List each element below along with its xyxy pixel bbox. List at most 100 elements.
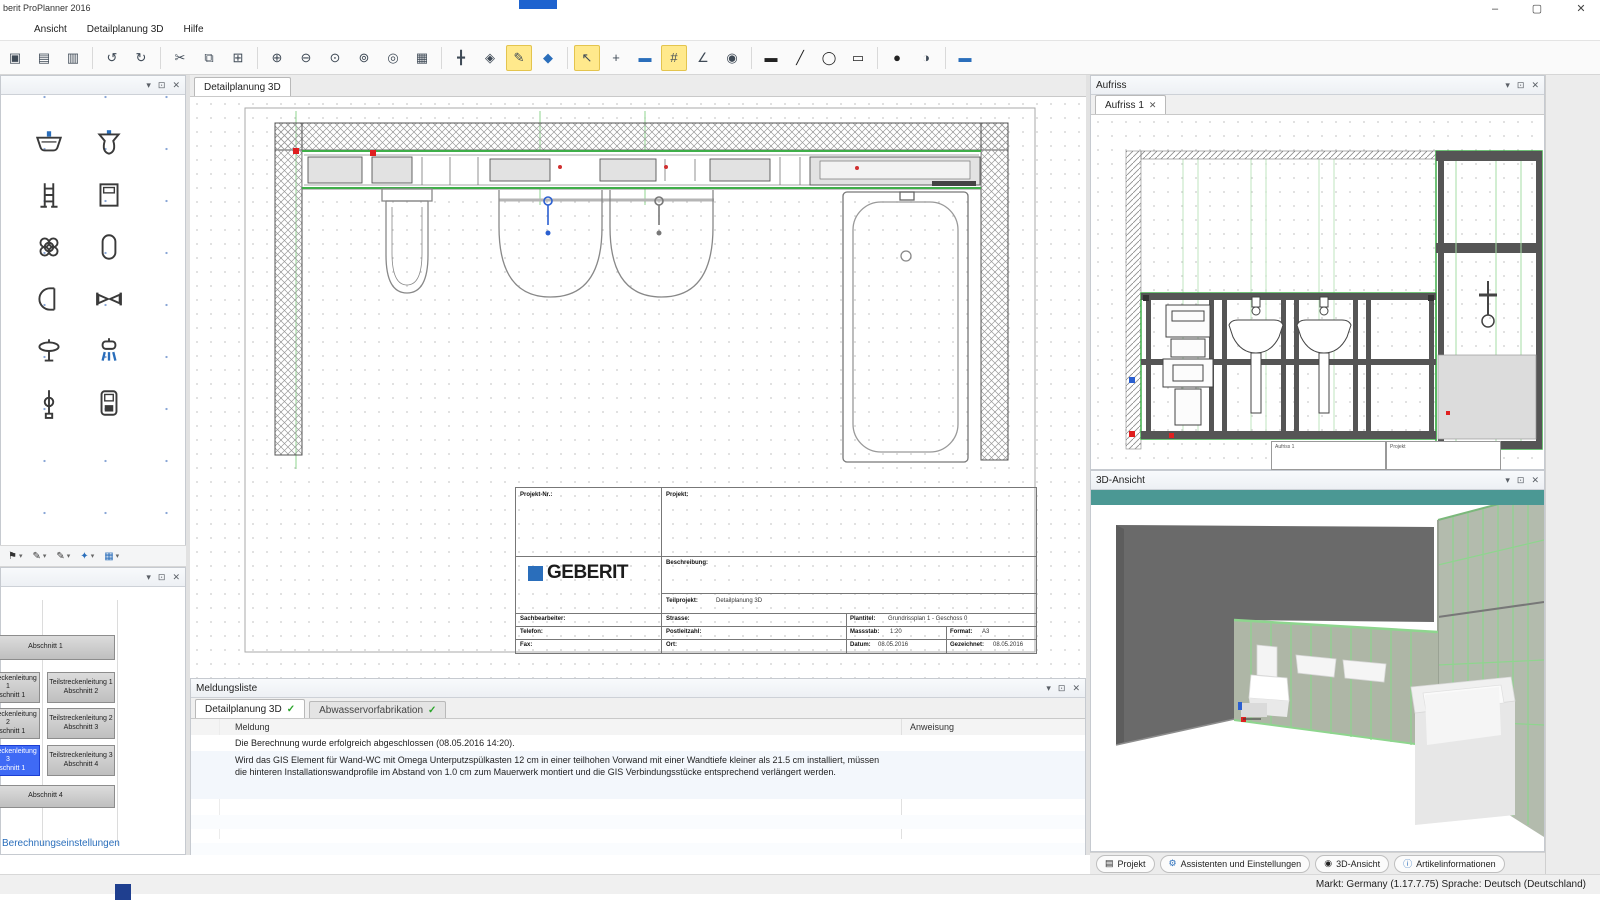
panel-menu-icon[interactable]: ▾	[146, 572, 151, 583]
aufriss-canvas[interactable]: Aufriss 1 Projekt	[1091, 115, 1544, 469]
column-meldung[interactable]: Meldung	[235, 722, 270, 732]
pipe-icon[interactable]: ▬	[952, 45, 978, 71]
message-tab-detailplanung[interactable]: Detailplanung 3D ✓	[195, 699, 305, 718]
orbit-icon[interactable]: ◈	[477, 45, 503, 71]
pin-icon[interactable]: ⊡	[1517, 80, 1525, 91]
installation-frame-icon[interactable]	[29, 175, 69, 215]
zoom-selection-icon[interactable]: ⊙	[322, 45, 348, 71]
dimension-icon[interactable]: ∠	[690, 45, 716, 71]
cistern-icon[interactable]	[89, 175, 129, 215]
panel-close-icon[interactable]: ✕	[1072, 683, 1080, 694]
zoom-window-icon[interactable]: ▦	[409, 45, 435, 71]
column-anweisung[interactable]: Anweisung	[910, 722, 954, 732]
tab-3d-ansicht[interactable]: ◉ 3D-Ansicht	[1315, 855, 1389, 873]
wall-icon[interactable]: ▬	[758, 45, 784, 71]
panel-close-icon[interactable]: ✕	[172, 572, 180, 583]
schematic-branch-box[interactable]: Teilstreckenleitung 2Abschnitt 1	[0, 708, 40, 739]
close-button[interactable]: ✕	[1566, 0, 1596, 17]
datum-value: 08.05.2016	[878, 642, 908, 648]
maximize-button[interactable]: ▢	[1522, 0, 1552, 17]
tab-projekt[interactable]: ▤ Projekt	[1096, 855, 1155, 873]
pin-icon[interactable]: ⊡	[1058, 683, 1066, 694]
taskbar-fragment	[115, 884, 131, 900]
line-icon[interactable]: ╱	[787, 45, 813, 71]
siphon-icon[interactable]	[29, 227, 69, 267]
view3d-panel-header: 3D-Ansicht ▾ ⊡ ✕	[1091, 471, 1544, 490]
export-icon[interactable]: ▥	[60, 45, 86, 71]
pan-icon[interactable]: ╋	[448, 45, 474, 71]
minimize-button[interactable]: –	[1480, 0, 1510, 17]
grid-tool-icon[interactable]: ▦▾	[100, 547, 123, 565]
pin-icon[interactable]: ⊡	[1517, 475, 1525, 486]
panel-menu-icon[interactable]: ▾	[1505, 475, 1510, 486]
save-icon[interactable]: ▣	[2, 45, 28, 71]
zoom-previous-icon[interactable]: ⊚	[351, 45, 377, 71]
schematic-branch-box[interactable]: Teilstreckenleitung 3Abschnitt 4	[47, 745, 115, 776]
draw-tool-icon[interactable]: ✎▾	[28, 547, 50, 565]
message-row[interactable]: Die Berechnung wurde erfolgreich abgesch…	[191, 735, 1085, 751]
draw2-tool-icon[interactable]: ✎▾	[52, 547, 74, 565]
schematic-branch-box[interactable]: Teilstreckenleitung 1Abschnitt 1	[0, 672, 40, 703]
menu-hilfe[interactable]: Hilfe	[176, 22, 212, 37]
schematic-branch-box-selected[interactable]: Teilstreckenleitung 3Abschnitt 1	[0, 745, 40, 776]
flush-plate-icon[interactable]	[89, 383, 129, 423]
tab-detailplanung-3d[interactable]: Detailplanung 3D	[194, 77, 291, 96]
panel-menu-icon[interactable]: ▾	[146, 80, 151, 91]
urinal-icon[interactable]	[29, 279, 69, 319]
panel-menu-icon[interactable]: ▾	[1505, 80, 1510, 91]
flag-tool-icon[interactable]: ⚑▾	[4, 547, 26, 565]
comment-icon[interactable]: ▬	[632, 45, 658, 71]
pin-icon[interactable]: ⊡	[158, 80, 166, 91]
panel-menu-icon[interactable]: ▾	[1046, 683, 1051, 694]
bathtub-icon[interactable]	[89, 227, 129, 267]
panel-close-icon[interactable]: ✕	[172, 80, 180, 91]
select-icon[interactable]: ↖	[574, 45, 600, 71]
menu-ansicht[interactable]: Ansicht	[26, 22, 75, 37]
schematic-section-box[interactable]: Abschnitt 1	[0, 635, 115, 660]
message-tab-abwasservorfabrikation[interactable]: Abwasservorfabrikation ✓	[309, 701, 446, 718]
tab-close-icon[interactable]: ✕	[1149, 100, 1157, 111]
redline-icon[interactable]: ✎	[506, 45, 532, 71]
tab-assistenten-und-einstellungen[interactable]: ⚙ Assistenten und Einstellungen	[1160, 855, 1311, 873]
print-icon[interactable]: ▤	[31, 45, 57, 71]
undo-icon[interactable]: ↺	[99, 45, 125, 71]
zoom-out-icon[interactable]: ⊖	[293, 45, 319, 71]
message-row[interactable]: Wird das GIS Element für Wand-WC mit Ome…	[191, 751, 1085, 799]
zoom-in-icon[interactable]: ⊕	[264, 45, 290, 71]
ellipse-icon[interactable]: ◯	[816, 45, 842, 71]
schematic-branch-box[interactable]: Teilstreckenleitung 2Abschnitt 3	[47, 708, 115, 739]
link-icon[interactable]: ◆	[535, 45, 561, 71]
calculation-settings-link[interactable]: Berechnungseinstellungen	[2, 838, 120, 849]
tab-aufriss-1[interactable]: Aufriss 1 ✕	[1095, 95, 1166, 114]
view3d-viewport[interactable]	[1091, 505, 1544, 851]
pin-icon[interactable]: ⊡	[158, 572, 166, 583]
toolbar-separator	[257, 47, 258, 69]
wc-icon[interactable]	[89, 123, 129, 163]
redo-icon[interactable]: ↻	[128, 45, 154, 71]
panel-close-icon[interactable]: ✕	[1531, 475, 1539, 486]
stop-valve-icon[interactable]	[29, 383, 69, 423]
fitting-icon[interactable]	[89, 279, 129, 319]
view3d-toolbar-strip[interactable]	[1091, 490, 1544, 505]
schematic-branch-box[interactable]: Teilstreckenleitung 1Abschnitt 2	[47, 672, 115, 703]
menu-detailplanung-3d[interactable]: Detailplanung 3D	[79, 22, 172, 37]
move-icon[interactable]: +	[603, 45, 629, 71]
star-tool-icon[interactable]: ✦▾	[76, 547, 98, 565]
washbasin-icon[interactable]	[29, 123, 69, 163]
cut-icon[interactable]: ✂	[167, 45, 193, 71]
snap-icon[interactable]: #	[661, 45, 687, 71]
paste-icon[interactable]: ⊞	[225, 45, 251, 71]
shower-icon[interactable]	[89, 331, 129, 371]
schematic-section-box[interactable]: Abschnitt 4	[0, 785, 115, 808]
copy-icon[interactable]: ⧉	[196, 45, 222, 71]
lock-icon[interactable]: ◉	[719, 45, 745, 71]
sphere-light-icon[interactable]: ◑	[913, 45, 939, 71]
fax-label: Fax:	[520, 642, 532, 648]
tab-artikelinformationen[interactable]: ⓘ Artikelinformationen	[1394, 855, 1505, 873]
drawing-canvas[interactable]: Projekt-Nr.: Projekt: GEBERIT Beschreibu…	[190, 97, 1086, 678]
sphere-dark-icon[interactable]: ●	[884, 45, 910, 71]
panel-close-icon[interactable]: ✕	[1531, 80, 1539, 91]
zoom-all-icon[interactable]: ◎	[380, 45, 406, 71]
valve-icon[interactable]	[29, 331, 69, 371]
rectangle-icon[interactable]: ▭	[845, 45, 871, 71]
